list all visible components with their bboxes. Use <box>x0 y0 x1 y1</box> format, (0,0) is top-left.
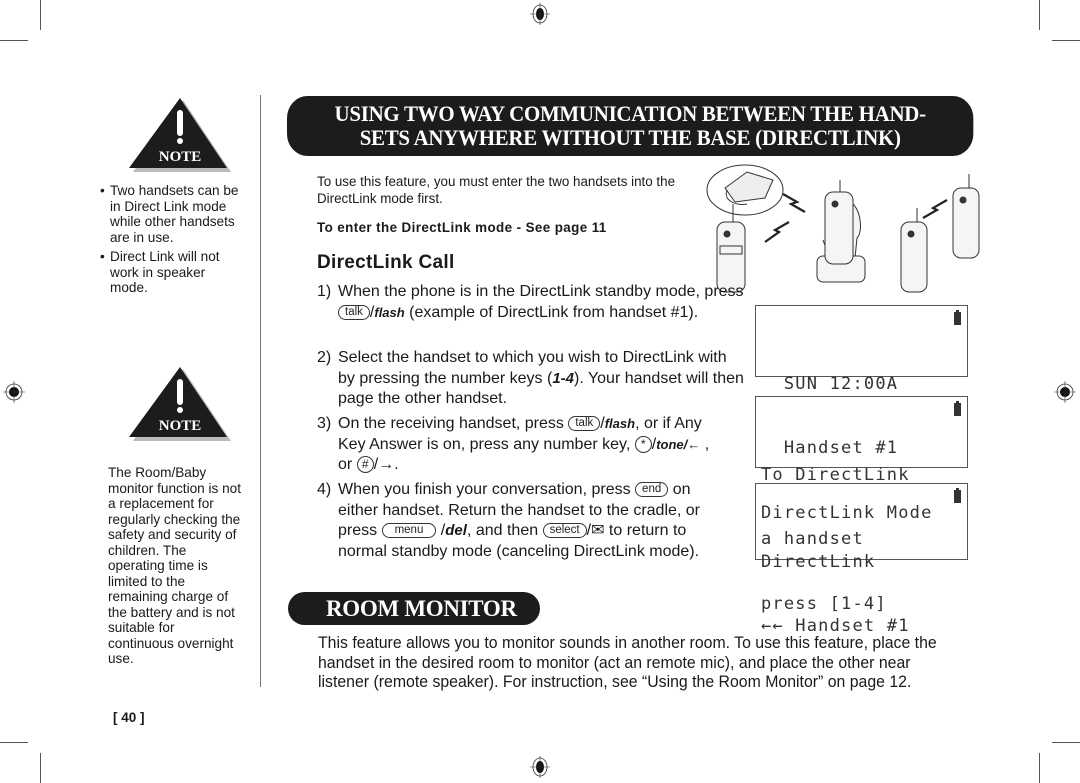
note-1-text: Two handsets can be in Direct Link mode … <box>100 183 245 300</box>
flash-key-label: flash <box>374 304 405 320</box>
note-label: NOTE <box>159 149 202 165</box>
note-2-text: The Room/Baby monitor function is not a … <box>108 465 241 666</box>
registration-mark-icon <box>1054 381 1076 403</box>
step-number: 1) <box>317 283 332 300</box>
battery-icon <box>954 401 961 416</box>
phones-illustration <box>706 164 980 293</box>
step-number: 4) <box>317 481 332 498</box>
flash-key-label: flash <box>604 416 636 431</box>
lcd-screen-standby: SUN 12:00A Handset #1 DirectLink Mode <box>755 305 968 523</box>
crop-mark <box>1052 742 1080 743</box>
note-bullet: Direct Link will not work in speaker mod… <box>100 249 245 296</box>
lcd-screen-select-handset: To DirectLink a handset press [1-4] <box>755 396 968 614</box>
step-text: . <box>394 456 399 473</box>
room-monitor-text: This feature allows you to monitor sound… <box>318 634 937 692</box>
step-text: (example of DirectLink from handset #1). <box>409 303 699 321</box>
step-3: 3) On the receiving handset, press talk /… <box>317 415 710 473</box>
menu-key: menu <box>381 523 437 538</box>
lcd-line: SUN 12:00A <box>761 373 899 394</box>
talk-key: talk <box>568 416 601 431</box>
column-divider <box>260 95 261 687</box>
envelope-icon: ✉ <box>591 522 605 539</box>
star-key: * <box>634 435 652 453</box>
warning-note-icon: NOTE <box>129 367 231 441</box>
del-key-label: del <box>445 522 467 539</box>
crop-mark <box>1052 40 1080 41</box>
lcd-line: DirectLink <box>761 551 876 572</box>
crop-mark <box>0 40 28 41</box>
registration-mark-icon <box>530 756 550 778</box>
step-1: 1) When the phone is in the DirectLink s… <box>317 283 744 321</box>
page-number: [ 40 ] <box>113 710 145 725</box>
pound-key: # <box>356 456 374 473</box>
registration-mark-icon <box>3 381 25 403</box>
select-key: select <box>542 523 587 538</box>
banner-line-1: USING TWO WAY COMMUNICATION BETWEEN THE … <box>334 101 927 126</box>
section-banner-directlink: USING TWO WAY COMMUNICATION BETWEEN THE … <box>287 96 974 156</box>
right-arrow-icon: → <box>378 456 395 473</box>
crop-mark <box>40 753 41 783</box>
talk-key: talk <box>338 304 370 320</box>
warning-note-icon: NOTE <box>129 98 231 172</box>
tone-key-label: tone/← <box>656 436 701 452</box>
section-banner-room-monitor: ROOM MONITOR <box>288 592 540 625</box>
crop-mark <box>1039 0 1040 30</box>
battery-icon <box>954 310 961 325</box>
crop-mark <box>1039 753 1040 783</box>
directlink-call-title: DirectLink Call <box>317 252 455 273</box>
step-number: 2) <box>317 349 332 366</box>
step-2: 2) Select the handset to which you wish … <box>317 348 747 410</box>
step-number: 3) <box>317 415 332 432</box>
battery-icon <box>954 488 961 503</box>
intro-text: To use this feature, you must enter the … <box>317 174 676 206</box>
step-text: When the phone is in the DirectLink stan… <box>338 283 744 300</box>
banner-line-2: SETS ANYWHERE WITHOUT THE BASE (DIRECTLI… <box>359 125 901 150</box>
step-text: , and then <box>466 522 539 539</box>
registration-mark-icon <box>530 3 550 25</box>
lcd-screen-paging: DirectLink ←← Handset #1 <box>755 483 968 636</box>
end-key: end <box>635 482 669 497</box>
intro-subheading: To enter the DirectLink mode - See page … <box>317 220 607 235</box>
note-bullet: Two handsets can be in Direct Link mode … <box>100 183 245 245</box>
note-label: NOTE <box>159 418 202 434</box>
crop-mark <box>0 742 28 743</box>
step-4: 4) When you finish your conversation, pr… <box>317 481 701 560</box>
number-keys: 1-4 <box>552 369 575 387</box>
step-text: On the receiving handset, press <box>338 415 564 432</box>
crop-mark <box>40 0 41 30</box>
step-text: When you finish your conversation, press <box>338 481 631 498</box>
